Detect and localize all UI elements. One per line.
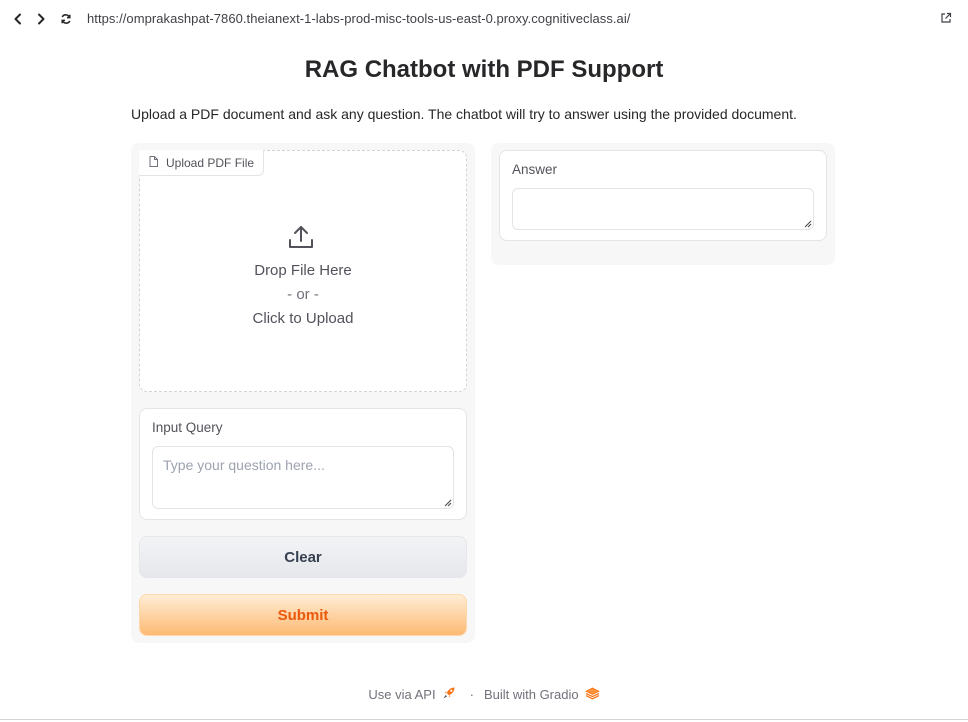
- footer: Use via API · Built with Gradio: [0, 686, 968, 703]
- answer-textarea[interactable]: [512, 188, 814, 230]
- clear-button[interactable]: Clear: [139, 536, 467, 578]
- browser-bar: https://omprakashpat-7860.theianext-1-la…: [0, 0, 968, 38]
- upload-pdf-label: Upload PDF File: [139, 150, 265, 176]
- rocket-icon: [442, 686, 456, 703]
- back-icon[interactable]: [10, 10, 26, 28]
- built-with-gradio-text: Built with Gradio: [483, 687, 579, 702]
- footer-separator: ·: [469, 687, 474, 702]
- reload-icon[interactable]: [58, 10, 74, 28]
- drop-file-text: Drop File Here: [254, 262, 352, 279]
- gradio-logo-icon: [584, 687, 600, 703]
- use-via-api-text: Use via API: [368, 687, 436, 702]
- input-query-textarea[interactable]: [152, 446, 454, 509]
- page-title: RAG Chatbot with PDF Support: [304, 56, 664, 83]
- upload-label-text: Upload PDF File: [166, 155, 255, 170]
- answer-label: Answer: [512, 162, 558, 177]
- or-separator-text: - or -: [287, 286, 319, 303]
- use-via-api-link[interactable]: Use via API: [368, 686, 455, 703]
- external-link-icon[interactable]: [940, 11, 954, 25]
- click-to-upload-text: Click to Upload: [252, 310, 354, 327]
- input-query-label: Input Query: [152, 420, 223, 435]
- address-bar-url[interactable]: https://omprakashpat-7860.theianext-1-la…: [87, 11, 630, 26]
- submit-button[interactable]: Submit: [139, 594, 467, 636]
- forward-icon[interactable]: [33, 10, 49, 28]
- file-icon: [149, 155, 158, 170]
- built-with-gradio-link[interactable]: Built with Gradio: [484, 687, 600, 703]
- page-description: Upload a PDF document and ask any questi…: [131, 106, 797, 122]
- upload-icon: [287, 224, 315, 250]
